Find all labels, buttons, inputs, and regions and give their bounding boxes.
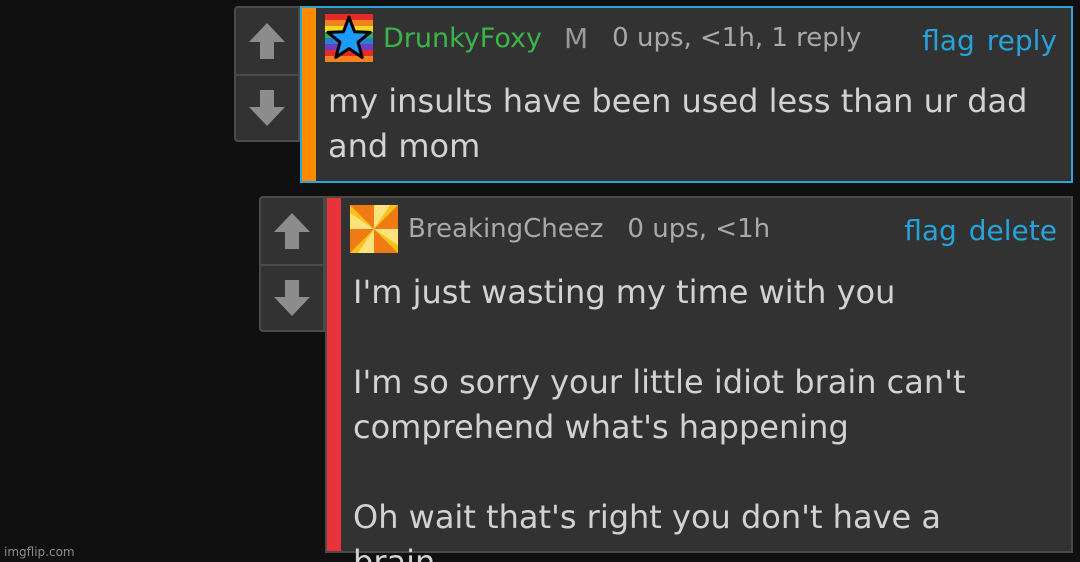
downvote-button[interactable] bbox=[261, 266, 323, 330]
imgflip-watermark: imgflip.com bbox=[4, 545, 75, 559]
comment-meta: 0 ups, <1h bbox=[627, 214, 771, 244]
comment-header: DrunkyFoxy M 0 ups, <1h, 1 reply bbox=[325, 14, 861, 62]
upvote-button[interactable] bbox=[261, 198, 323, 264]
comment-paragraph: I'm so sorry your little idiot brain can… bbox=[353, 363, 966, 446]
comment-meta: 0 ups, <1h, 1 reply bbox=[612, 23, 862, 53]
upvote-arrow-icon bbox=[249, 23, 285, 59]
comment-paragraph: I'm just wasting my time with you bbox=[353, 273, 896, 311]
comment-username[interactable]: BreakingCheez bbox=[408, 214, 603, 244]
upvote-arrow-icon bbox=[274, 213, 310, 249]
comment-body: my insults have been used less than ur d… bbox=[328, 79, 1058, 169]
vote-column bbox=[234, 6, 300, 142]
comment-paragraph: my insults have been used less than ur d… bbox=[328, 82, 1028, 165]
flag-link[interactable]: flag bbox=[922, 24, 975, 57]
rainbow-star-icon[interactable] bbox=[325, 14, 373, 62]
reply-link[interactable]: reply bbox=[987, 24, 1057, 57]
comment-body: I'm just wasting my time with you I'm so… bbox=[353, 270, 993, 562]
comment-depth-stripe bbox=[327, 198, 341, 551]
downvote-button[interactable] bbox=[236, 76, 298, 140]
pinwheel-icon[interactable] bbox=[350, 205, 398, 253]
comment-card: DrunkyFoxy M 0 ups, <1h, 1 reply flag re… bbox=[300, 6, 1073, 183]
downvote-arrow-icon bbox=[249, 90, 285, 126]
comment-depth-stripe bbox=[302, 8, 316, 181]
comment-actions: flag reply bbox=[910, 24, 1057, 57]
comment-card: BreakingCheez 0 ups, <1h flag delete I'm… bbox=[325, 196, 1073, 562]
comment-header: BreakingCheez 0 ups, <1h bbox=[350, 205, 770, 253]
comment-username[interactable]: DrunkyFoxy bbox=[383, 23, 542, 54]
comment-thread: DrunkyFoxy M 0 ups, <1h, 1 reply flag re… bbox=[0, 0, 1080, 562]
flag-link[interactable]: flag bbox=[904, 214, 957, 247]
upvote-button[interactable] bbox=[236, 8, 298, 74]
delete-link[interactable]: delete bbox=[969, 214, 1057, 247]
comment-actions: flag delete bbox=[892, 214, 1057, 247]
vote-column bbox=[259, 196, 325, 332]
comment-paragraph: Oh wait that's right you don't have a br… bbox=[353, 498, 941, 562]
downvote-arrow-icon bbox=[274, 280, 310, 316]
moderator-badge: M bbox=[563, 21, 589, 55]
